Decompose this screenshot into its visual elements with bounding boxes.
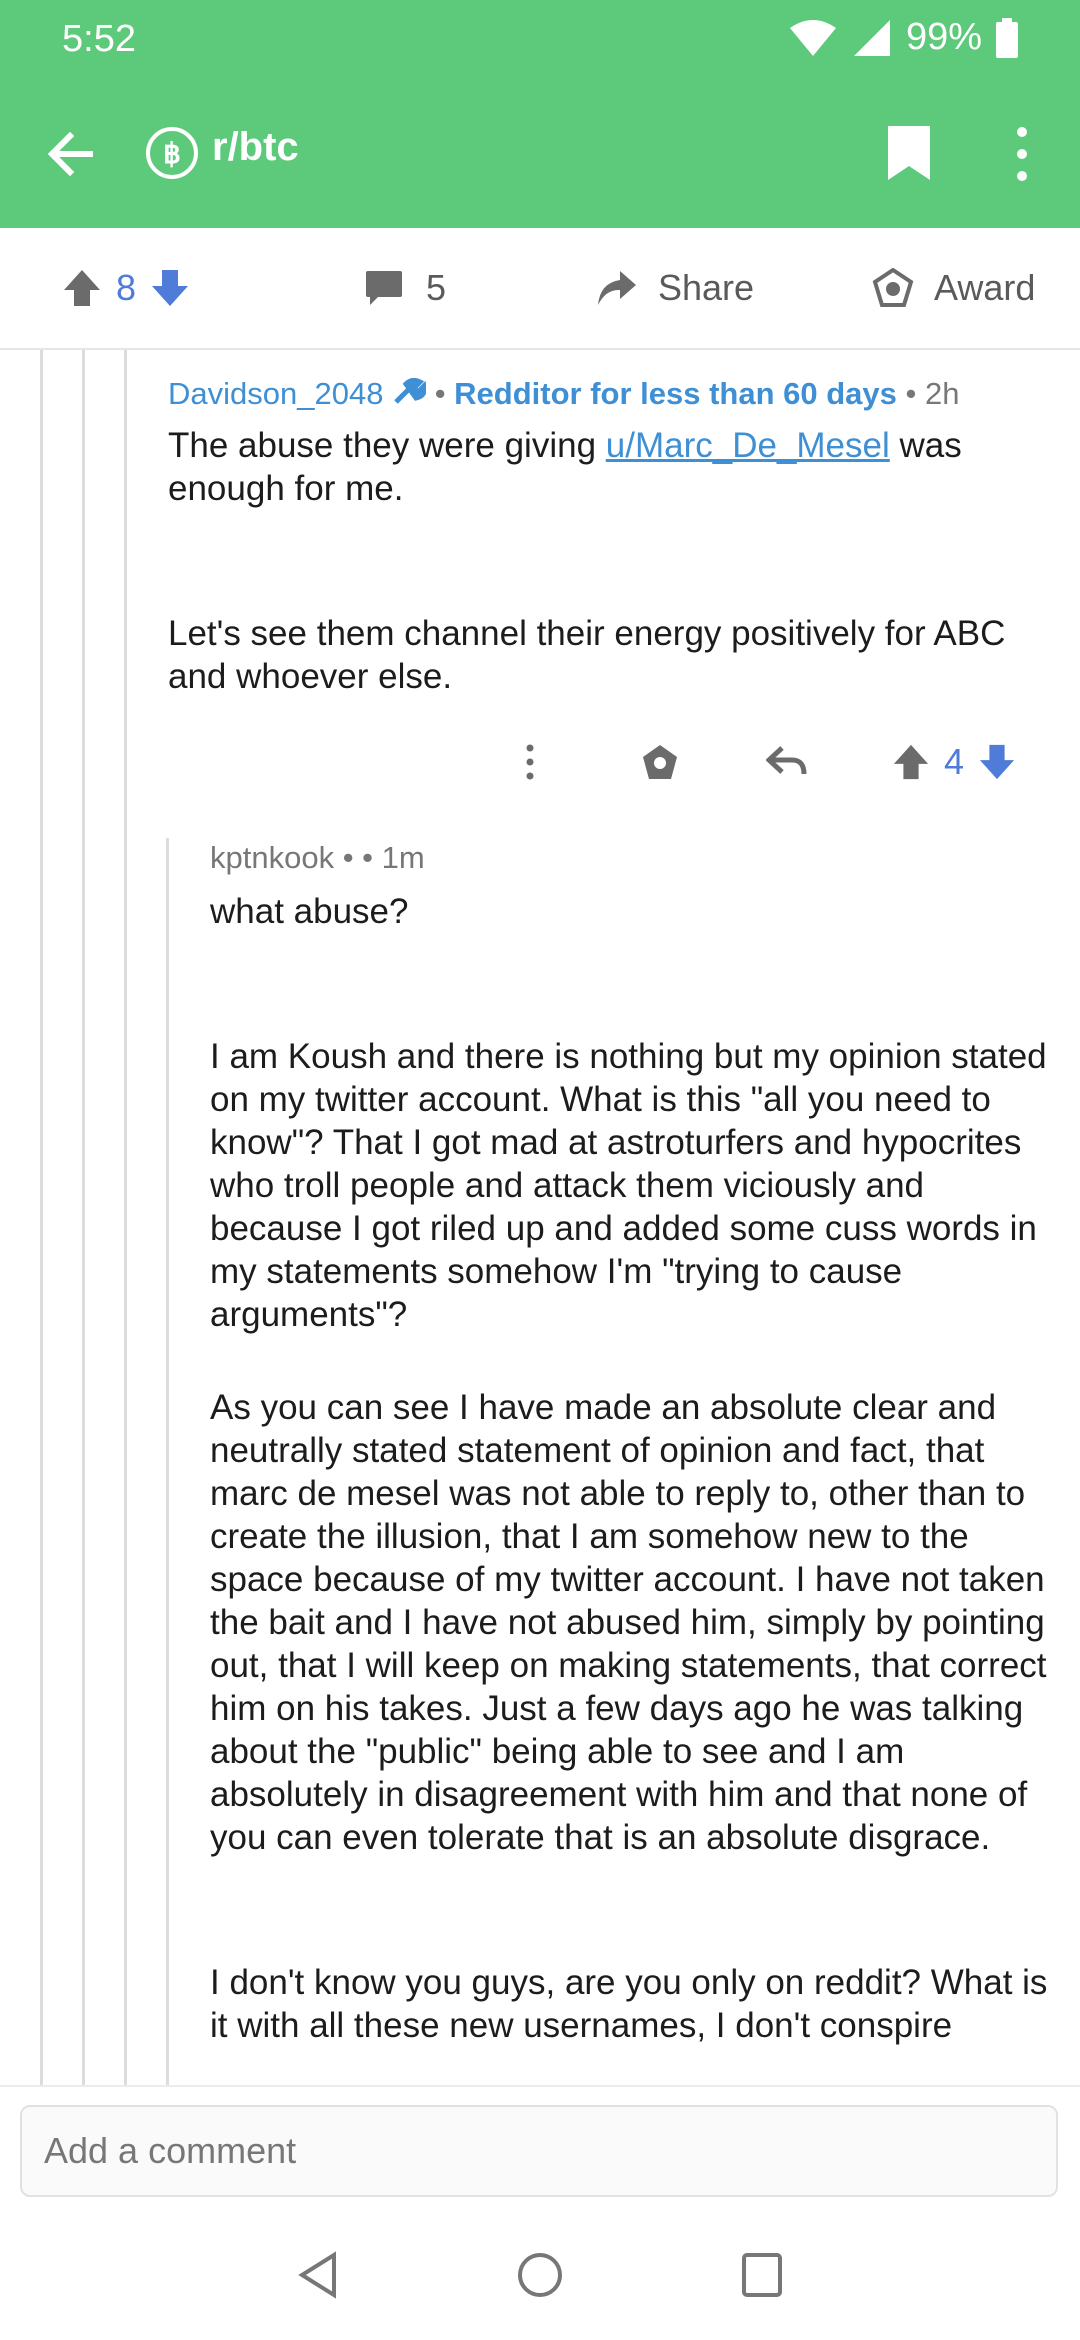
comment-more-button[interactable] — [520, 732, 540, 792]
comment-paragraph: I don't know you guys, are you only on r… — [210, 1963, 1048, 2045]
award-icon — [643, 745, 677, 779]
award-icon — [872, 268, 914, 307]
thread-line-2 — [82, 350, 85, 2085]
comment-paragraph: As you can see I have made an absolute c… — [210, 1388, 1047, 1857]
comments-count: 5 — [426, 267, 447, 308]
comment-meta: Davidson_2048 • Redditor for less than 6… — [168, 376, 960, 411]
user-flair: Redditor for less than 60 days — [454, 376, 897, 411]
status-time: 5:52 — [62, 18, 136, 60]
comment-age: 2h — [925, 376, 960, 411]
bookmark-icon[interactable] — [886, 124, 932, 182]
post-action-bar: 8 5 Share Award — [0, 228, 1080, 350]
more-vertical-icon — [526, 744, 534, 780]
award-button[interactable]: Award — [872, 228, 1035, 348]
share-arrow-icon — [598, 271, 636, 305]
app-bar: ฿ r/btc — [0, 80, 1080, 228]
comments-count-button[interactable]: 5 — [364, 228, 446, 348]
thread-line-3 — [124, 350, 127, 2085]
comment-paragraph: I am Koush and there is nothing but my o… — [210, 1037, 1047, 1334]
more-options-icon[interactable] — [1000, 124, 1044, 184]
comment-reply-button[interactable] — [766, 732, 808, 792]
comment-davidson: Davidson_2048 • Redditor for less than 6… — [168, 376, 1058, 698]
thread-line-1 — [40, 350, 43, 2085]
signal-icon — [853, 19, 890, 56]
post-vote-group: 8 — [62, 228, 190, 348]
battery-percent: 99% — [905, 16, 982, 58]
comment-paragraph: what abuse? — [210, 892, 409, 931]
comment-age: 1m — [381, 840, 425, 875]
comment-composer: Add a comment — [0, 2085, 1080, 2215]
thread-line-4 — [166, 838, 169, 2085]
comment-meta: kptnkook • • 1m — [210, 840, 425, 875]
share-label: Share — [658, 267, 755, 308]
subreddit-icon[interactable]: ฿ — [146, 127, 198, 179]
comment-body: what abuse? I am Koush and there is noth… — [210, 890, 1060, 2047]
nav-home-icon[interactable] — [516, 2251, 564, 2299]
comment-author[interactable]: Davidson_2048 — [168, 376, 383, 411]
nav-back-icon[interactable] — [296, 2251, 340, 2299]
reply-arrow-icon — [766, 746, 807, 775]
subreddit-name[interactable]: r/btc — [212, 125, 299, 170]
downvote-icon[interactable] — [150, 268, 190, 308]
comment-text-part: The abuse they were giving — [168, 426, 606, 465]
user-mention-link[interactable]: u/Marc_De_Mesel — [606, 426, 890, 465]
nav-recents-icon[interactable] — [740, 2251, 784, 2299]
app-header: 5:52 99% ฿ r/btc — [0, 0, 1080, 228]
system-nav-bar — [0, 2213, 1080, 2340]
upvote-icon[interactable] — [62, 268, 102, 308]
comment-actions: 4 — [520, 732, 1040, 792]
comment-kptnkook: kptnkook • • 1m what abuse? I am Koush a… — [210, 840, 1060, 2047]
comment-award-button[interactable] — [640, 732, 680, 792]
award-label: Award — [934, 267, 1036, 308]
back-arrow-icon[interactable] — [40, 122, 104, 186]
status-icons: 99% — [788, 16, 1018, 59]
comment-vote-group: 4 — [892, 732, 1016, 792]
status-bar: 5:52 99% — [0, 0, 1080, 80]
add-comment-input[interactable]: Add a comment — [20, 2105, 1058, 2197]
comment-score: 4 — [944, 741, 965, 782]
battery-icon — [996, 17, 1018, 58]
upvote-icon[interactable] — [892, 743, 930, 781]
downvote-icon[interactable] — [978, 743, 1016, 781]
post-score: 8 — [116, 267, 137, 308]
comment-author[interactable]: kptnkook — [210, 840, 334, 875]
wrench-icon — [394, 377, 427, 404]
share-button[interactable]: Share — [596, 228, 754, 348]
comment-bubble-icon — [366, 271, 402, 305]
comment-body: The abuse they were giving u/Marc_De_Mes… — [168, 424, 1058, 698]
wifi-icon — [789, 19, 836, 56]
comment-paragraph: Let's see them channel their energy posi… — [168, 614, 1006, 696]
